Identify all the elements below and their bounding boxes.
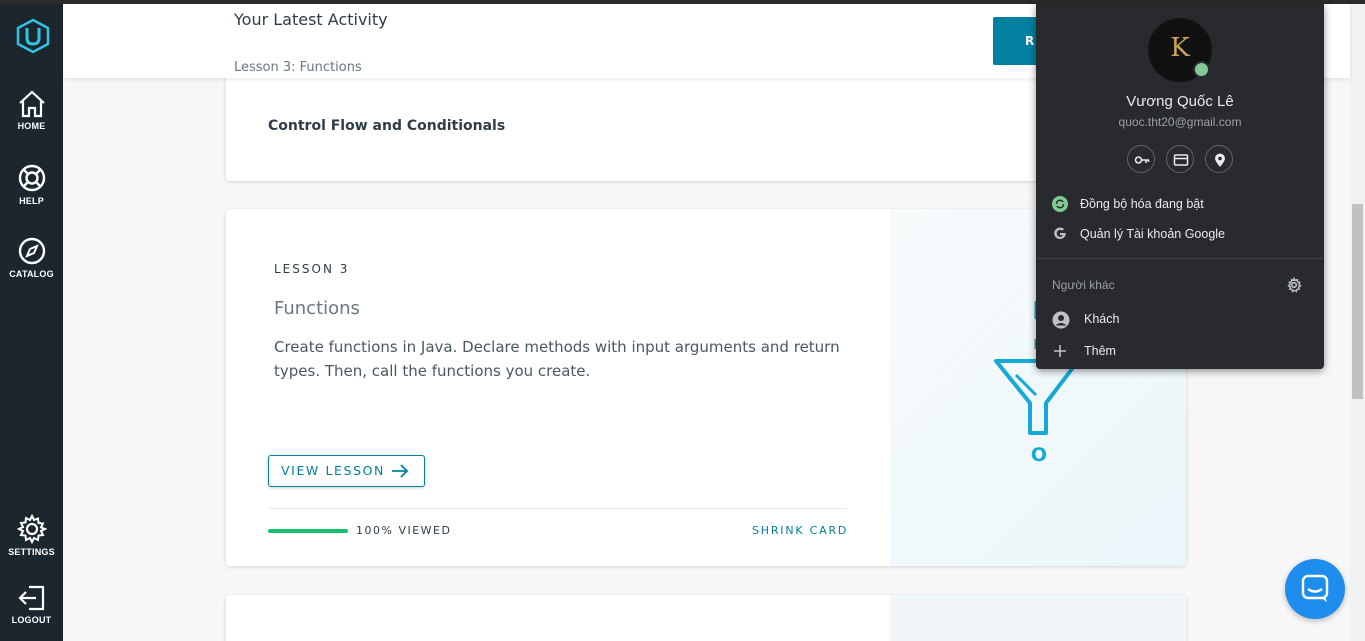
add-profile-label: Thêm <box>1084 344 1116 358</box>
manage-account-text: Quản lý Tài khoản Google <box>1080 227 1226 241</box>
sync-badge-icon <box>1193 61 1210 78</box>
lesson-illustration <box>890 595 1186 641</box>
progress-bar <box>268 529 348 533</box>
activity-title: Your Latest Activity <box>234 10 388 29</box>
addresses-button[interactable] <box>1205 145 1233 173</box>
lesson-card-title[interactable]: Control Flow and Conditionals <box>268 118 505 134</box>
lesson-description: Create functions in Java. Declare method… <box>274 338 840 380</box>
manage-people-gear-icon[interactable] <box>1286 277 1302 293</box>
view-lesson-button[interactable]: VIEW LESSON <box>268 455 425 487</box>
other-people-label: Người khác <box>1052 278 1115 292</box>
lesson-title: Functions <box>274 298 360 319</box>
sidebar-item-label: HELP <box>19 196 44 206</box>
location-pin-icon <box>1215 153 1225 167</box>
guest-profile-row[interactable]: Khách <box>1036 305 1324 333</box>
sync-status-row[interactable]: Đồng bộ hóa đang bật <box>1036 190 1324 218</box>
card-divider <box>268 508 847 509</box>
popup-separator <box>1036 258 1324 259</box>
google-g-icon <box>1054 227 1066 240</box>
lifebuoy-icon <box>18 164 45 192</box>
gear-icon <box>16 514 47 544</box>
sidebar-item-label: HOME <box>17 121 46 131</box>
activity-lesson: Lesson 3: Functions <box>234 60 362 75</box>
profile-name: Vương Quốc Lê <box>1126 93 1234 110</box>
sidebar-item-logout[interactable]: LOGOUT <box>0 584 63 625</box>
viewed-percent: 100% VIEWED <box>356 524 452 537</box>
sidebar: HOME HELP CATALOG SETTINGS LOGOUT <box>0 4 63 641</box>
compass-icon <box>18 237 45 265</box>
add-profile-row[interactable]: Thêm <box>1036 337 1324 365</box>
profile-popup: K Vương Quốc Lê quoc.tht20@gmail.com Đồn… <box>1036 4 1324 369</box>
shrink-card-link[interactable]: SHRINK CARD <box>752 524 848 537</box>
credit-card-icon <box>1173 154 1189 166</box>
key-icon <box>1134 156 1150 164</box>
sidebar-item-settings[interactable]: SETTINGS <box>0 514 63 557</box>
page-scrollbar[interactable] <box>1350 4 1365 641</box>
sidebar-item-label: CATALOG <box>9 269 54 279</box>
udacity-logo[interactable] <box>16 18 50 54</box>
sidebar-item-label: SETTINGS <box>8 547 55 557</box>
view-lesson-label: VIEW LESSON <box>281 463 385 478</box>
sidebar-item-label: LOGOUT <box>11 615 52 625</box>
sidebar-item-help[interactable]: HELP <box>0 163 63 206</box>
scrollbar-thumb[interactable] <box>1352 204 1363 399</box>
chat-launcher-button[interactable] <box>1285 559 1345 619</box>
sidebar-item-home[interactable]: HOME <box>0 90 63 131</box>
arrow-right-icon <box>392 464 409 478</box>
home-icon <box>18 90 45 118</box>
profile-email: quoc.tht20@gmail.com <box>1118 115 1242 129</box>
logout-icon <box>17 585 44 611</box>
sync-status-text: Đồng bộ hóa đang bật <box>1080 197 1204 211</box>
chat-icon <box>1301 574 1329 602</box>
payment-methods-button[interactable] <box>1166 145 1194 173</box>
sync-icon <box>1052 196 1068 212</box>
passwords-button[interactable] <box>1127 145 1155 173</box>
manage-google-account-row[interactable]: Quản lý Tài khoản Google <box>1036 220 1324 248</box>
sidebar-item-catalog[interactable]: CATALOG <box>0 236 63 279</box>
output-letter: O <box>1031 444 1047 466</box>
lesson-number: LESSON 3 <box>274 262 350 276</box>
progress-fill <box>268 529 348 533</box>
lesson-card-next <box>226 595 1186 641</box>
account-circle-icon <box>1052 311 1070 329</box>
avatar-letter: K <box>1170 33 1190 63</box>
guest-label: Khách <box>1084 312 1120 326</box>
plus-icon <box>1054 345 1066 357</box>
